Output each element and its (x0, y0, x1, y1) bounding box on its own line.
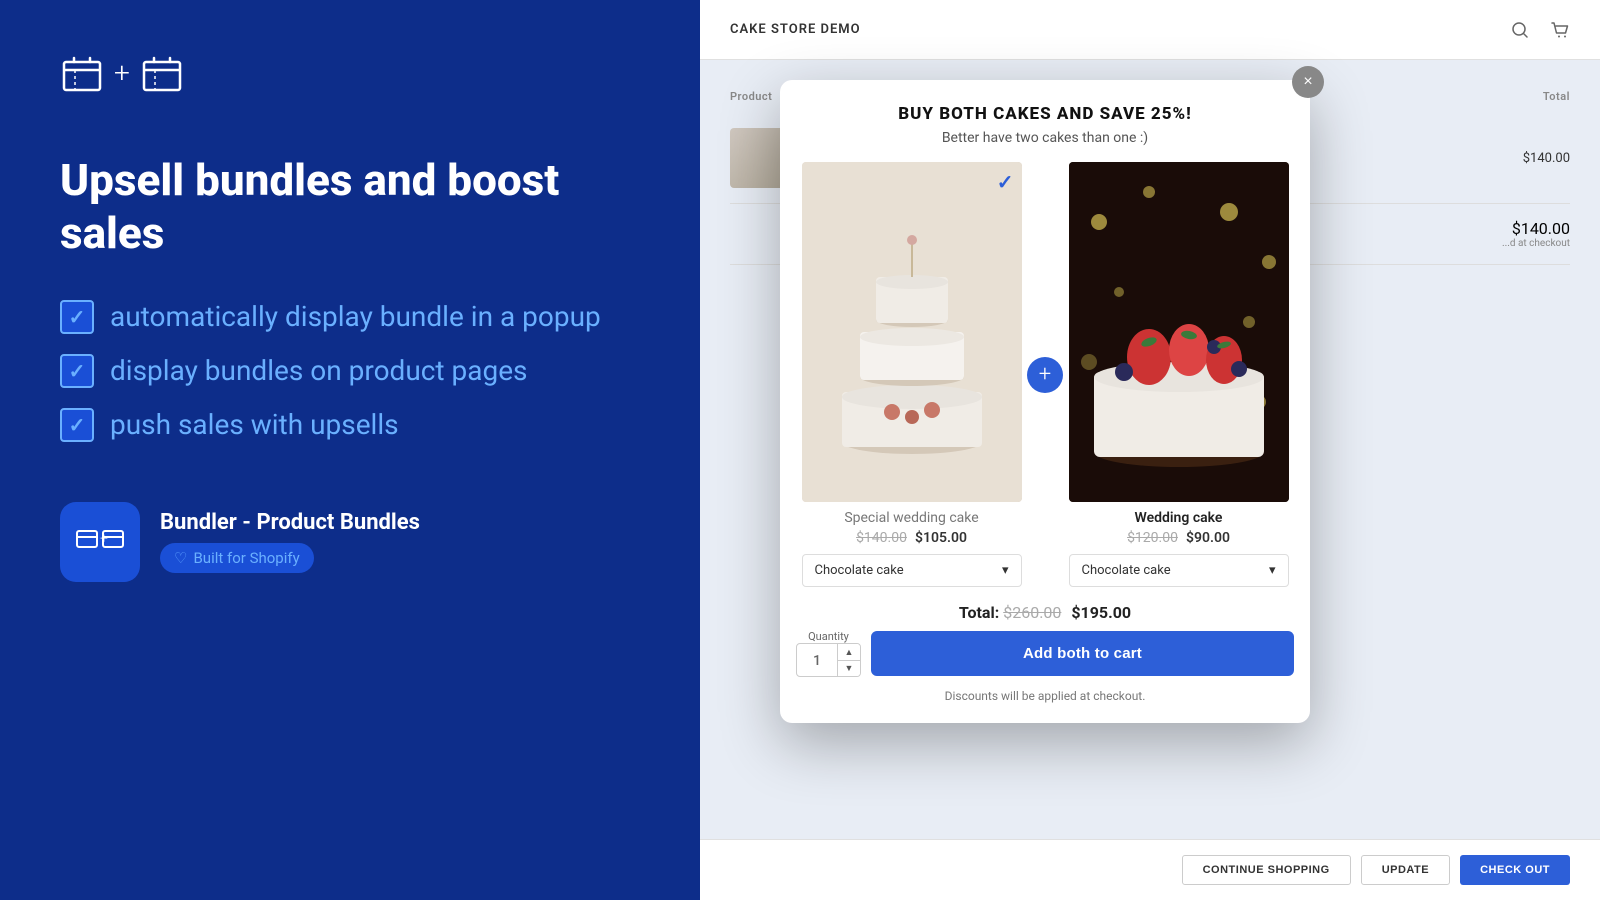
chevron-down-icon-1: ▾ (1002, 563, 1009, 578)
price-old-1: $140.00 (856, 530, 907, 546)
modal-discount-note: Discounts will be applied at checkout. (780, 689, 1310, 723)
modal-product-1: ✓ Special wedding cake $140.00 $105.00 C… (796, 162, 1027, 587)
cake-image-1 (802, 162, 1022, 502)
add-both-button[interactable]: Add both to cart (871, 631, 1294, 676)
modal-product-2: Wedding cake $120.00 $90.00 Chocolate ca… (1063, 162, 1294, 587)
price-new-2: $90.00 (1186, 530, 1230, 546)
col-total: Total (1290, 90, 1570, 103)
cake-image-2 (1069, 162, 1289, 502)
box-icon-2 (140, 50, 184, 94)
shopify-badge: ♡ Built for Shopify (160, 543, 314, 573)
update-button[interactable]: UPDATE (1361, 855, 1450, 885)
total-new: $195.00 (1071, 603, 1131, 622)
cake-svg-1 (802, 162, 1022, 502)
quantity-value: 1 (797, 644, 837, 676)
feature-item-2: display bundles on product pages (60, 354, 640, 388)
variant-text-1: Chocolate cake (815, 563, 904, 578)
modal-action-row: Quantity 1 ▲ ▼ Add both to cart (780, 630, 1310, 689)
store-footer[interactable]: CONTINUE SHOPPING UPDATE CHECK OUT (700, 839, 1600, 900)
continue-shopping-button[interactable]: CONTINUE SHOPPING (1182, 855, 1351, 885)
total-label: Total: (959, 603, 999, 622)
quantity-buttons: ▲ ▼ (837, 644, 860, 676)
box-icon-1 (60, 50, 104, 94)
check-icon-2 (60, 354, 94, 388)
cart-icon (1550, 20, 1570, 40)
feature-list: automatically display bundle in a popup … (60, 300, 640, 442)
feature-item-1: automatically display bundle in a popup (60, 300, 640, 334)
chevron-down-icon-2: ▾ (1269, 563, 1276, 578)
variant-text-2: Chocolate cake (1082, 563, 1171, 578)
modal-subtitle: Better have two cakes than one :) (804, 130, 1286, 146)
product-check-1: ✓ (997, 170, 1014, 194)
logo-plus: + (114, 56, 130, 89)
quantity-label-text: Quantity (808, 630, 849, 643)
checkout-button[interactable]: CHECK OUT (1460, 855, 1570, 885)
modal-plus-icon: + (1027, 357, 1063, 393)
modal-title: BUY BOTH CAKES AND SAVE 25%! (804, 104, 1286, 124)
store-header: CAKE STORE DEMO (700, 0, 1600, 60)
main-heading: Upsell bundles and boost sales (60, 154, 640, 260)
modal-close-button[interactable]: × (1292, 66, 1324, 98)
check-icon-3 (60, 408, 94, 442)
product-image-wrapper-1: ✓ (802, 162, 1022, 502)
feature-text-2: display bundles on product pages (110, 354, 528, 387)
left-panel: + Upsell bundles and boost sales automat… (0, 0, 700, 900)
quantity-increment[interactable]: ▲ (838, 644, 860, 661)
product-prices-1: $140.00 $105.00 (856, 530, 967, 546)
product-variant-dropdown-2[interactable]: Chocolate cake ▾ (1069, 554, 1289, 587)
product-prices-2: $120.00 $90.00 (1127, 530, 1230, 546)
store-nav-icons (1510, 20, 1570, 40)
product-name-1: Special wedding cake (844, 510, 978, 526)
quantity-decrement[interactable]: ▼ (838, 661, 860, 677)
modal-header: BUY BOTH CAKES AND SAVE 25%! Better have… (780, 80, 1310, 162)
modal-products: ✓ Special wedding cake $140.00 $105.00 C… (780, 162, 1310, 587)
cake-svg-2 (1069, 162, 1289, 502)
shopify-badge-text: Built for Shopify (193, 549, 299, 567)
quantity-label: Quantity 1 ▲ ▼ (796, 630, 861, 677)
modal-total-row: Total: $260.00 $195.00 (780, 587, 1310, 630)
app-icon: + (60, 502, 140, 582)
store-nav-title: CAKE STORE DEMO (730, 22, 861, 37)
app-logo-icon: + (75, 517, 125, 567)
search-icon (1510, 20, 1530, 40)
feature-text-3: push sales with upsells (110, 408, 399, 441)
close-icon: × (1303, 73, 1312, 91)
feature-item-3: push sales with upsells (60, 408, 640, 442)
price-new-1: $105.00 (915, 530, 967, 546)
product-name-2: Wedding cake (1135, 510, 1223, 526)
app-info: Bundler - Product Bundles ♡ Built for Sh… (160, 510, 420, 573)
total-old: $260.00 (1003, 603, 1061, 622)
logo-boxes: + (60, 50, 184, 94)
heart-icon: ♡ (174, 549, 187, 567)
app-name: Bundler - Product Bundles (160, 510, 420, 535)
quantity-stepper[interactable]: 1 ▲ ▼ (796, 643, 861, 677)
product-image-wrapper-2 (1069, 162, 1289, 502)
app-card: + Bundler - Product Bundles ♡ Built for … (60, 502, 640, 582)
check-icon-1 (60, 300, 94, 334)
price-old-2: $120.00 (1127, 530, 1178, 546)
product-variant-dropdown-1[interactable]: Chocolate cake ▾ (802, 554, 1022, 587)
logo-area: + (60, 50, 640, 94)
bundle-modal: × BUY BOTH CAKES AND SAVE 25%! Better ha… (780, 80, 1310, 723)
feature-text-1: automatically display bundle in a popup (110, 300, 601, 333)
